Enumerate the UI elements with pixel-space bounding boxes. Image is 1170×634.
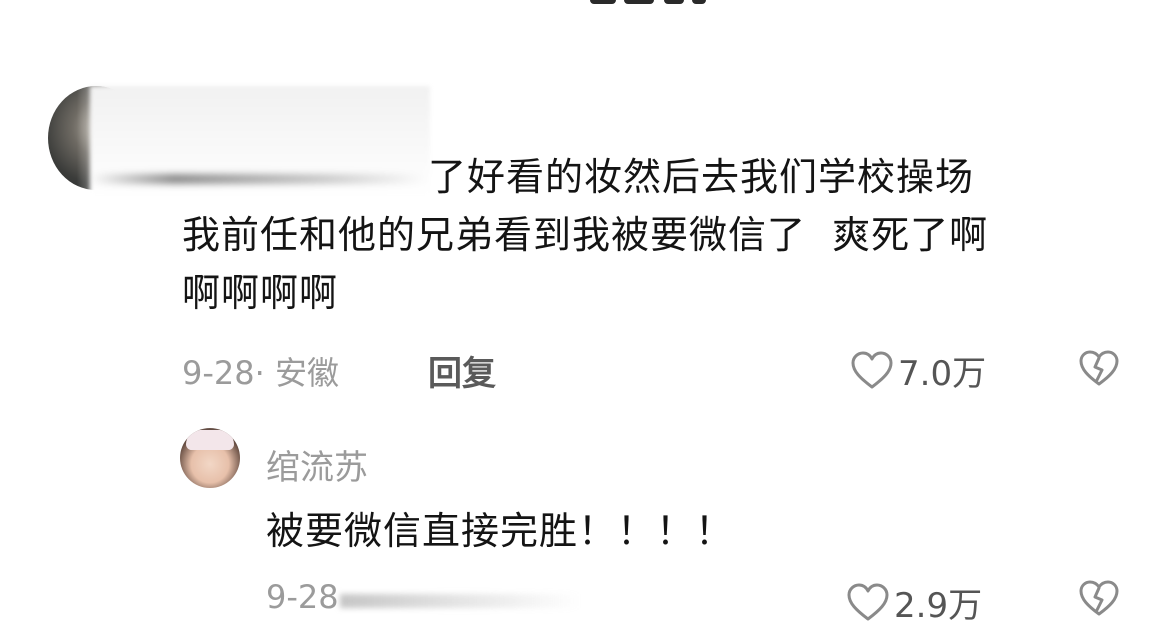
comment-line-1: 了好看的妆然后去我们学校操场 [428,155,975,199]
reply-author-avatar[interactable] [180,428,240,488]
comment-line-3: 啊啊啊啊 [182,271,339,315]
reply-author-name[interactable]: 绾流苏 [266,440,368,489]
reply-meta: 9-28 [266,578,339,616]
reply-button[interactable]: 回复 [428,346,496,395]
comment-meta: 9-28· 安徽 [182,354,339,392]
redacted-reply-meta [340,594,580,608]
comment-like-count: 7.0万 [898,354,987,394]
broken-heart-icon [1078,350,1120,388]
reply-dislike-button[interactable] [1078,580,1120,618]
reply-like-count: 2.9万 [894,586,983,626]
reply-text[interactable]: 被要微信直接完胜！！！！ [266,500,734,555]
heart-outline-icon [846,583,890,623]
reply-like-button[interactable]: 2.9万 [846,578,982,627]
comment-text[interactable]: 了好看的妆然后去我们学校操场 我前任和他的兄弟看到我被要微信了 爽死了啊 啊啊啊… [182,148,1132,322]
previous-comment-fragment [560,0,720,8]
comment-dislike-button[interactable] [1078,350,1120,388]
comment-like-button[interactable]: 7.0万 [850,346,986,395]
comment-line-2: 我前任和他的兄弟看到我被要微信了 爽死了啊 [182,213,989,257]
heart-outline-icon [850,351,894,391]
broken-heart-icon [1078,580,1120,618]
